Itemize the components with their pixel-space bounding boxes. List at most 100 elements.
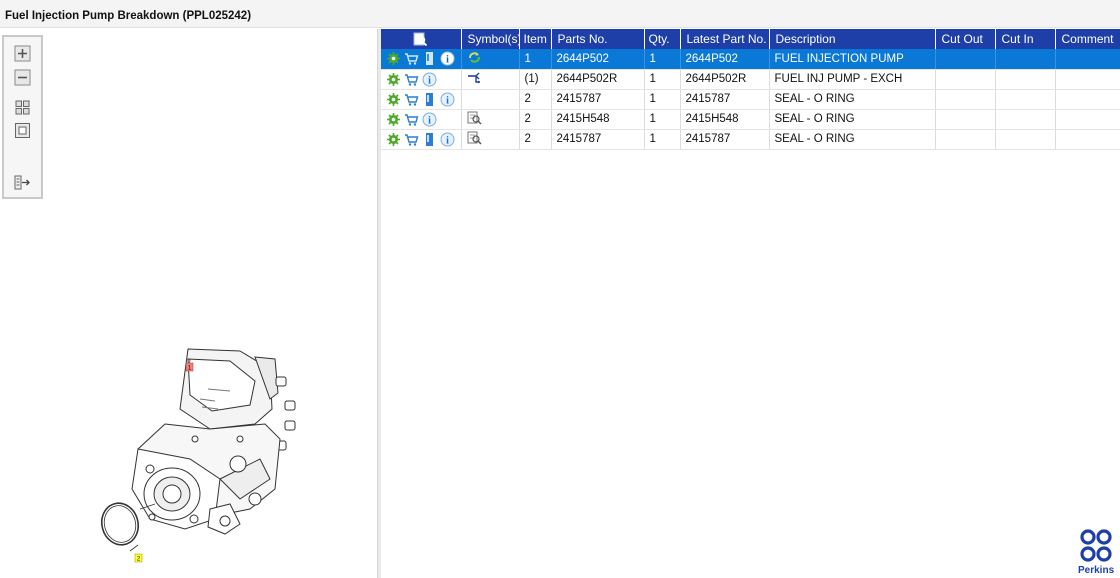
svg-text:i: i bbox=[446, 55, 449, 66]
gear-icon[interactable] bbox=[386, 132, 401, 147]
zoom-out-icon[interactable] bbox=[14, 69, 31, 86]
cart-icon[interactable] bbox=[404, 51, 419, 66]
row-cut-out bbox=[935, 129, 996, 150]
row-comment bbox=[1055, 129, 1120, 150]
recycle-icon bbox=[467, 50, 482, 65]
row-item: 1 bbox=[519, 49, 552, 70]
row-actions: i bbox=[381, 109, 462, 130]
table-row[interactable]: i (1) 2644P502R 1 2644P502R FUEL INJ PUM… bbox=[381, 69, 1120, 90]
gear-icon[interactable] bbox=[386, 112, 401, 127]
row-cut-in bbox=[995, 129, 1056, 150]
row-actions: i bbox=[381, 69, 462, 90]
row-actions: i bbox=[381, 129, 462, 150]
info-icon[interactable]: i bbox=[422, 112, 437, 127]
row-qty: 1 bbox=[644, 109, 681, 130]
row-cut-out bbox=[935, 89, 996, 110]
row-cut-in bbox=[995, 109, 1056, 130]
row-cut-in bbox=[995, 49, 1056, 70]
table-row[interactable]: i 1 2644P502 1 2644P502 FUEL INJECTION P… bbox=[381, 49, 1120, 70]
table-row[interactable]: i 2 2415787 1 2415787 SEAL - O RING bbox=[381, 89, 1120, 110]
row-qty: 1 bbox=[644, 49, 681, 70]
callout-1[interactable]: 1 bbox=[188, 365, 192, 372]
row-symbols bbox=[461, 89, 520, 110]
gear-icon[interactable] bbox=[386, 72, 401, 87]
bookmark-icon[interactable] bbox=[422, 92, 437, 107]
illustration-pane[interactable]: 1 2 bbox=[0, 29, 377, 578]
bookmark-icon[interactable] bbox=[422, 132, 437, 147]
perkins-logo: Perkins bbox=[1076, 528, 1120, 578]
row-comment bbox=[1055, 89, 1120, 110]
row-item: (1) bbox=[519, 69, 552, 90]
row-parts-no: 2644P502 bbox=[551, 49, 645, 70]
svg-text:i: i bbox=[428, 115, 431, 126]
col-header-item[interactable]: Item bbox=[519, 29, 552, 49]
row-description: SEAL - O RING bbox=[769, 89, 936, 110]
row-comment bbox=[1055, 69, 1120, 90]
row-symbols bbox=[461, 69, 520, 90]
row-symbols bbox=[461, 109, 520, 130]
row-qty: 1 bbox=[644, 69, 681, 90]
row-latest-part-no: 2644P502 bbox=[680, 49, 770, 70]
window-title: Fuel Injection Pump Breakdown (PPL025242… bbox=[5, 10, 252, 22]
col-header-comment[interactable]: Comment bbox=[1055, 29, 1120, 49]
row-qty: 1 bbox=[644, 89, 681, 110]
svg-text:i: i bbox=[446, 95, 449, 106]
export-list-icon[interactable] bbox=[14, 174, 31, 191]
col-header-cut-out[interactable]: Cut Out bbox=[935, 29, 996, 49]
row-cut-in bbox=[995, 69, 1056, 90]
fit-window-icon[interactable] bbox=[14, 122, 31, 139]
cart-icon[interactable] bbox=[404, 92, 419, 107]
row-actions: i bbox=[381, 89, 462, 110]
cart-icon[interactable] bbox=[404, 72, 419, 87]
info-icon[interactable]: i bbox=[440, 132, 455, 147]
row-cut-out bbox=[935, 69, 996, 90]
col-header-tools[interactable] bbox=[381, 29, 462, 49]
perkins-logo-text: Perkins bbox=[1078, 565, 1115, 576]
col-header-qty[interactable]: Qty. bbox=[644, 29, 681, 49]
col-header-latest-part-no[interactable]: Latest Part No. bbox=[680, 29, 770, 49]
cart-icon[interactable] bbox=[404, 112, 419, 127]
drawing-toolbar bbox=[2, 35, 43, 199]
bookmark-icon[interactable] bbox=[422, 51, 437, 66]
gear-icon[interactable] bbox=[386, 92, 401, 107]
svg-text:i: i bbox=[446, 135, 449, 146]
row-symbols bbox=[461, 129, 520, 150]
row-latest-part-no: 2415787 bbox=[680, 89, 770, 110]
kit-icon bbox=[467, 110, 482, 125]
info-icon[interactable]: i bbox=[422, 72, 437, 87]
search-parts-icon[interactable] bbox=[413, 32, 428, 47]
row-parts-no: 2644P502R bbox=[551, 69, 645, 90]
kit-icon bbox=[467, 130, 482, 145]
row-cut-in bbox=[995, 89, 1056, 110]
row-description: FUEL INJECTION PUMP bbox=[769, 49, 936, 70]
row-cut-out bbox=[935, 109, 996, 130]
col-header-parts-no[interactable]: Parts No. bbox=[551, 29, 645, 49]
table-row[interactable]: i 2 2415H548 1 2415H548 SEAL - O RING bbox=[381, 109, 1120, 130]
row-description: FUEL INJ PUMP - EXCH bbox=[769, 69, 936, 90]
exchange-icon bbox=[467, 70, 482, 85]
col-header-description[interactable]: Description bbox=[769, 29, 936, 49]
row-description: SEAL - O RING bbox=[769, 129, 936, 150]
table-row[interactable]: i 2 2415787 1 2415787 SEAL - O RING bbox=[381, 129, 1120, 150]
callout-2[interactable]: 2 bbox=[137, 556, 141, 563]
row-comment bbox=[1055, 49, 1120, 70]
row-latest-part-no: 2415H548 bbox=[680, 109, 770, 130]
row-actions: i bbox=[381, 49, 462, 70]
info-icon[interactable]: i bbox=[440, 92, 455, 107]
col-header-symbols[interactable]: Symbol(s) bbox=[461, 29, 520, 49]
row-latest-part-no: 2415787 bbox=[680, 129, 770, 150]
parts-list-pane: Symbol(s) Item Parts No. Qty. Latest Par… bbox=[381, 29, 1120, 578]
info-icon[interactable]: i bbox=[440, 51, 455, 66]
cart-icon[interactable] bbox=[404, 132, 419, 147]
row-cut-out bbox=[935, 49, 996, 70]
zoom-in-icon[interactable] bbox=[14, 45, 31, 62]
perkins-logo-mark bbox=[1080, 529, 1112, 562]
col-header-cut-in[interactable]: Cut In bbox=[995, 29, 1056, 49]
gear-icon[interactable] bbox=[386, 51, 401, 66]
pump-drawing[interactable]: 1 2 bbox=[90, 329, 330, 569]
fit-all-icon[interactable] bbox=[14, 99, 31, 116]
svg-text:i: i bbox=[428, 75, 431, 86]
row-qty: 1 bbox=[644, 129, 681, 150]
row-symbols bbox=[461, 49, 520, 70]
row-item: 2 bbox=[519, 89, 552, 110]
